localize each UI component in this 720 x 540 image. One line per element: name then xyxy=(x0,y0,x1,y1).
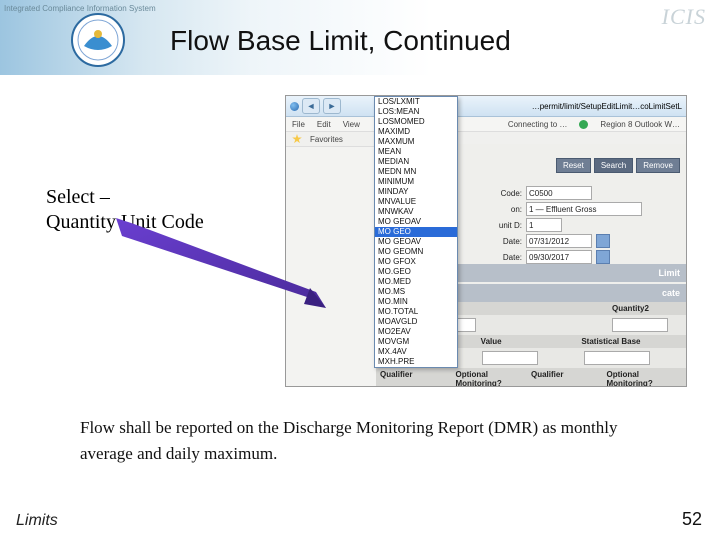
unit-input[interactable]: 1 xyxy=(526,218,562,232)
status-icon xyxy=(579,120,588,129)
menu-view[interactable]: View xyxy=(343,120,360,129)
form-fields: Code: C0500 on: 1 — Effluent Gross unit … xyxy=(478,184,678,266)
quantity-unit-dropdown[interactable]: LOS/LXMITLOS:MEANLOSMOMEDMAXIMDMAXMUMMEA… xyxy=(374,96,458,368)
remove-button[interactable]: Remove xyxy=(636,158,680,173)
url-fragment: …permit/limit/SetupEditLimit…coLimitSetL xyxy=(532,102,682,111)
desc-input[interactable]: 1 — Effluent Gross xyxy=(526,202,642,216)
agency-seal-icon xyxy=(70,12,126,68)
col-qualifier-2: Qualifier xyxy=(531,370,607,387)
statbase-input[interactable] xyxy=(584,351,650,365)
footer-right: 52 xyxy=(682,509,702,530)
dropdown-option[interactable]: MINIMUM xyxy=(375,177,457,187)
calendar-icon-2[interactable] xyxy=(596,250,610,264)
watermark: ICIS xyxy=(662,4,706,30)
favorites-label[interactable]: Favorites xyxy=(310,135,343,144)
page-title: Flow Base Limit, Continued xyxy=(170,25,511,57)
back-button[interactable]: ◄ xyxy=(302,98,320,114)
connect-target: Region 8 Outlook W… xyxy=(600,120,680,129)
dropdown-option[interactable]: MINDAY xyxy=(375,187,457,197)
dropdown-option[interactable]: MO GEOAV xyxy=(375,237,457,247)
reset-button[interactable]: Reset xyxy=(556,158,591,173)
col-value-2: Value xyxy=(481,337,582,346)
status-text: Connecting to … xyxy=(508,120,568,129)
quantity2-input[interactable] xyxy=(612,318,668,332)
callout-text: Select – Quantity Unit Code xyxy=(46,185,204,235)
value-input-2[interactable] xyxy=(482,351,538,365)
dropdown-option[interactable]: MNWKAV xyxy=(375,207,457,217)
dropdown-option[interactable]: LOS:MEAN xyxy=(375,107,457,117)
code-input[interactable]: C0500 xyxy=(526,186,592,200)
dropdown-option[interactable]: MAXIMD xyxy=(375,127,457,137)
code-label: Code: xyxy=(478,189,522,198)
dropdown-option[interactable]: MNVALUE xyxy=(375,197,457,207)
dropdown-option[interactable]: MO GEOAV xyxy=(375,217,457,227)
menu-file[interactable]: File xyxy=(292,120,305,129)
calendar-icon[interactable] xyxy=(596,234,610,248)
browser-icon xyxy=(290,102,299,111)
dropdown-option[interactable]: MO.MED xyxy=(375,277,457,287)
col-quantity2: Quantity2 xyxy=(612,304,682,313)
dropdown-option[interactable]: MAXMUM xyxy=(375,137,457,147)
unit-label: unit D: xyxy=(478,221,522,230)
section-bar-1-right: Limit xyxy=(659,268,681,278)
grid-header-3: Qualifier Optional Monitoring? Qualifier… xyxy=(376,368,686,387)
app-screenshot: ◄ ► …permit/limit/SetupEditLimit…coLimit… xyxy=(285,95,687,387)
dropdown-option[interactable]: MO GEO xyxy=(375,227,457,237)
dmr-note: Flow shall be reported on the Discharge … xyxy=(80,415,660,466)
section-bar-2-right: cate xyxy=(662,288,680,298)
col-optmon-1: Optional Monitoring? xyxy=(456,370,532,387)
browser-nav-bar: ◄ ► …permit/limit/SetupEditLimit…coLimit… xyxy=(286,96,686,117)
callout-line1: Select – xyxy=(46,186,110,208)
enddate-input[interactable]: 09/30/2017 xyxy=(526,250,592,264)
dropdown-option[interactable]: MO.MIN xyxy=(375,297,457,307)
dropdown-option[interactable]: MEAN xyxy=(375,147,457,157)
dropdown-option[interactable]: MEDIAN xyxy=(375,157,457,167)
menu-edit[interactable]: Edit xyxy=(317,120,331,129)
footer-left: Limits xyxy=(16,512,58,530)
dropdown-option[interactable]: MO.TOTAL xyxy=(375,307,457,317)
action-buttons: Reset Search Remove xyxy=(556,158,680,173)
dropdown-option[interactable]: LOSMOMED xyxy=(375,117,457,127)
dropdown-option[interactable]: MO GEOMN xyxy=(375,247,457,257)
dropdown-option[interactable]: MEDN MN xyxy=(375,167,457,177)
startdate-label: Date: xyxy=(478,237,522,246)
col-stat-base: Statistical Base xyxy=(581,337,682,346)
dropdown-option[interactable]: MOVGM xyxy=(375,337,457,347)
dropdown-option[interactable]: MOAVGLD xyxy=(375,317,457,327)
dropdown-option[interactable]: MO.GEO xyxy=(375,267,457,277)
dropdown-option[interactable]: MO.MS xyxy=(375,287,457,297)
favorites-star-icon xyxy=(292,134,302,144)
dropdown-option[interactable]: LOS/LXMIT xyxy=(375,97,457,107)
startdate-input[interactable]: 07/31/2012 xyxy=(526,234,592,248)
col-qualifier: Qualifier xyxy=(380,370,456,387)
search-button[interactable]: Search xyxy=(594,158,633,173)
enddate-label: Date: xyxy=(478,253,522,262)
col-optmon-2: Optional Monitoring? xyxy=(607,370,683,387)
dropdown-option[interactable]: MO2EAV xyxy=(375,327,457,337)
callout-line2: Quantity Unit Code xyxy=(46,211,204,233)
desc-label: on: xyxy=(478,205,522,214)
dropdown-option[interactable]: MX.4AV xyxy=(375,347,457,357)
dropdown-option[interactable]: MO GFOX xyxy=(375,257,457,267)
dropdown-option[interactable]: MXH.PRE xyxy=(375,357,457,367)
browser-menu-bar: File Edit View Connecting to … Region 8 … xyxy=(286,117,686,132)
forward-button[interactable]: ► xyxy=(323,98,341,114)
